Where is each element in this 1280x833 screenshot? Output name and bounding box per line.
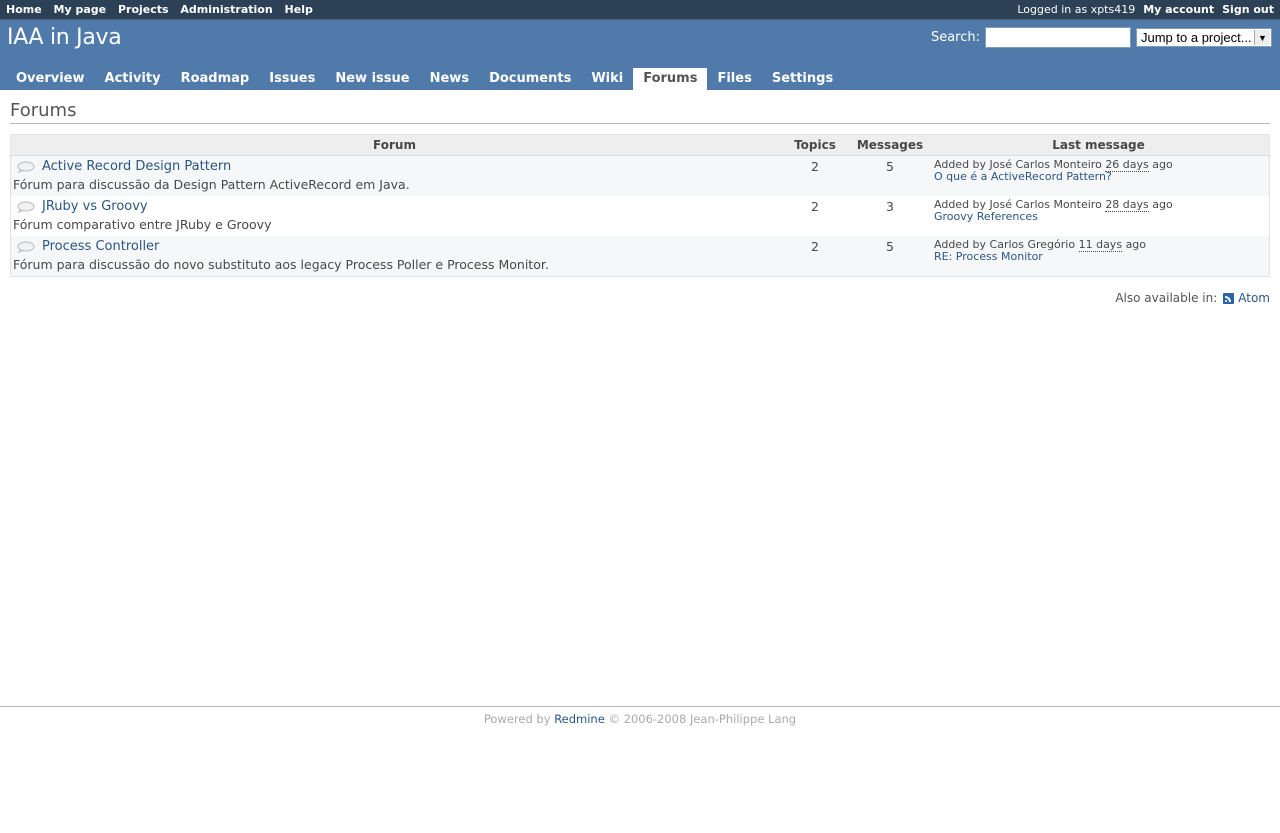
tab-overview[interactable]: Overview [6, 68, 95, 90]
atom-link[interactable]: Atom [1238, 291, 1270, 305]
top-link-my-page[interactable]: My page [54, 3, 107, 16]
tab-new-issue[interactable]: New issue [325, 68, 419, 90]
column-topics: Topics [778, 134, 852, 156]
tab-activity[interactable]: Activity [95, 68, 171, 90]
redmine-link[interactable]: Redmine [554, 712, 605, 726]
project-title: IAA in Java [7, 25, 122, 50]
tab-settings[interactable]: Settings [762, 68, 843, 90]
table-header-row: Forum Topics Messages Last message [10, 134, 1270, 156]
forum-link[interactable]: Active Record Design Pattern [42, 159, 231, 174]
forum-link[interactable]: JRuby vs Groovy [42, 199, 148, 214]
forum-cell: JRuby vs Groovy Fórum comparativo entre … [11, 196, 779, 236]
username: xpts419 [1090, 3, 1136, 16]
tab-roadmap[interactable]: Roadmap [171, 68, 260, 90]
sign-out-link[interactable]: Sign out [1222, 3, 1274, 16]
table-row: JRuby vs Groovy Fórum comparativo entre … [10, 196, 1270, 236]
messages-count: 5 [886, 159, 894, 174]
tab-news[interactable]: News [420, 68, 479, 90]
last-message-cell: Added by José Carlos Monteiro 28 days ag… [928, 196, 1270, 236]
forums-table: Forum Topics Messages Last message Activ… [10, 134, 1270, 277]
top-link-administration[interactable]: Administration [180, 3, 272, 16]
last-message-cell: Added by José Carlos Monteiro 26 days ag… [928, 156, 1270, 197]
copyright: © 2006-2008 Jean-Philippe Lang [608, 712, 797, 726]
ago-suffix: ago [1152, 158, 1173, 171]
time-ago[interactable]: 11 days [1078, 238, 1123, 252]
messages-count: 3 [886, 199, 894, 214]
ago-suffix: ago [1152, 198, 1173, 211]
last-message-link[interactable]: RE: Process Monitor [934, 250, 1043, 263]
last-message-link[interactable]: Groovy References [934, 210, 1038, 223]
rss-feed-icon[interactable] [1223, 292, 1235, 304]
chevron-down-icon: ▼ [1254, 30, 1270, 45]
account-area: Logged in as xpts419 My account Sign out [1017, 3, 1274, 16]
top-menu-links: Home My page Projects Administration Hel… [6, 3, 321, 16]
header: IAA in Java Search: Jump to a project...… [0, 20, 1280, 90]
content: Forums Forum Topics Messages Last messag… [0, 90, 1280, 305]
forum-link[interactable]: Process Controller [42, 239, 159, 254]
my-account-link[interactable]: My account [1143, 3, 1214, 16]
table-row: Active Record Design Pattern Fórum para … [10, 155, 1270, 197]
column-messages: Messages [852, 134, 928, 156]
forum-name-line: JRuby vs Groovy [13, 199, 776, 214]
quick-search: Search: Jump to a project... ▼ [931, 27, 1272, 48]
tab-files[interactable]: Files [707, 68, 761, 90]
last-message-link[interactable]: O que é a ActiveRecord Pattern? [934, 170, 1112, 183]
top-menu: Home My page Projects Administration Hel… [0, 0, 1280, 20]
tab-forums[interactable]: Forums [633, 68, 708, 90]
last-message-cell: Added by Carlos Gregório 11 days ago RE:… [928, 236, 1270, 277]
forum-name-line: Process Controller [13, 239, 776, 254]
search-label: Search: [930, 30, 980, 45]
messages-count: 5 [886, 239, 894, 254]
tab-documents[interactable]: Documents [479, 68, 581, 90]
tab-issues[interactable]: Issues [259, 68, 325, 90]
forum-description: Fórum para discussão do novo substituto … [13, 257, 549, 272]
footer: Powered by Redmine © 2006-2008 Jean-Phil… [0, 706, 1280, 726]
forum-name-line: Active Record Design Pattern [13, 159, 776, 174]
top-link-projects[interactable]: Projects [118, 3, 169, 16]
topics-count: 2 [811, 159, 819, 174]
search-input[interactable] [985, 27, 1131, 48]
ago-suffix: ago [1125, 238, 1147, 251]
topics-count: 2 [811, 199, 819, 214]
tab-wiki[interactable]: Wiki [581, 68, 633, 90]
jump-select-value: Jump to a project... [1141, 30, 1252, 45]
logged-in-text: Logged in as xpts419 [1017, 3, 1135, 16]
message-bubble-icon [17, 241, 35, 253]
column-forum: Forum [10, 134, 778, 156]
jump-to-project-select[interactable]: Jump to a project... ▼ [1136, 28, 1272, 47]
time-ago[interactable]: 28 days [1105, 198, 1149, 212]
message-bubble-icon [17, 201, 35, 213]
forum-cell: Active Record Design Pattern Fórum para … [11, 156, 779, 197]
forum-description: Fórum para discussão da Design Pattern A… [13, 177, 410, 192]
topics-count: 2 [811, 239, 819, 254]
top-link-home[interactable]: Home [6, 3, 42, 16]
column-last-message: Last message [928, 134, 1270, 156]
top-link-help[interactable]: Help [285, 3, 313, 16]
logged-in-label: Logged in as [1017, 3, 1088, 16]
also-available-label: Also available in: [1115, 291, 1218, 305]
other-formats: Also available in: Atom [10, 291, 1270, 305]
forum-description: Fórum comparativo entre JRuby e Groovy [13, 217, 272, 232]
powered-by-label: Powered by [483, 712, 551, 726]
forum-cell: Process Controller Fórum para discussão … [11, 236, 779, 277]
page-title: Forums [10, 100, 1270, 124]
table-row: Process Controller Fórum para discussão … [10, 236, 1270, 277]
main-menu: Overview Activity Roadmap Issues New iss… [6, 68, 843, 90]
message-bubble-icon [17, 161, 35, 173]
